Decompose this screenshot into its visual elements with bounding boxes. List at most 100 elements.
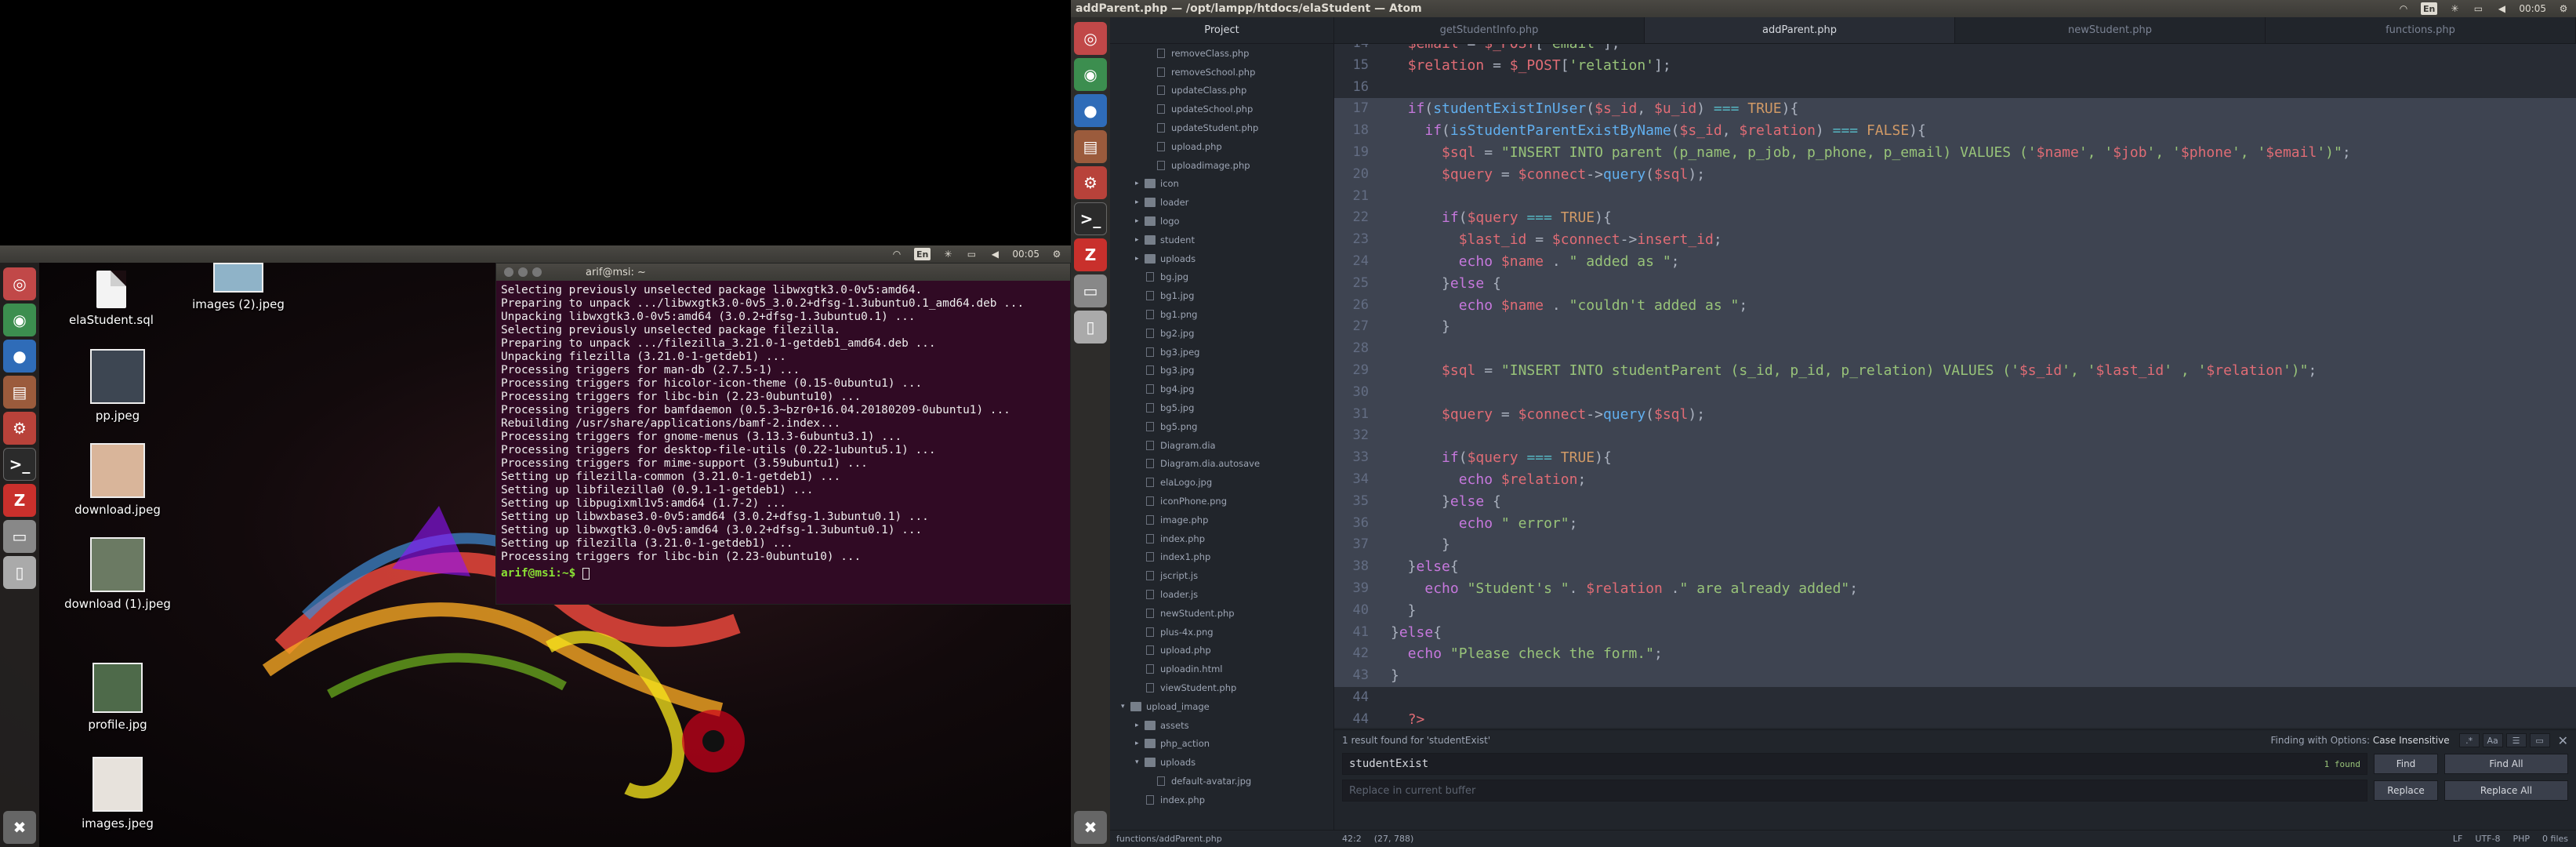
wifi-icon[interactable]: ◠ bbox=[2397, 2, 2410, 15]
tree-file[interactable]: plus-4x.png bbox=[1110, 623, 1333, 642]
tree-file[interactable]: updateClass.php bbox=[1110, 82, 1333, 100]
code-line[interactable]: 34 echo $relation; bbox=[1334, 468, 2576, 491]
trash-icon[interactable]: ✖ bbox=[1074, 811, 1107, 844]
tree-file[interactable]: upload.php bbox=[1110, 137, 1333, 156]
code-line[interactable]: 18 if(isStudentParentExistByName($s_id, … bbox=[1334, 120, 2576, 142]
tree-file[interactable]: index.php bbox=[1110, 791, 1333, 809]
tree-file[interactable]: jscript.js bbox=[1110, 566, 1333, 585]
case-toggle[interactable]: Aa bbox=[2482, 733, 2503, 747]
tree-file[interactable]: bg1.png bbox=[1110, 305, 1333, 324]
tree-file[interactable]: updateSchool.php bbox=[1110, 100, 1333, 118]
tree-folder[interactable]: ▸ logo bbox=[1110, 212, 1333, 231]
trash-icon[interactable]: ✖ bbox=[3, 811, 36, 844]
tree-file[interactable]: removeClass.php bbox=[1110, 44, 1333, 63]
tree-file[interactable]: iconPhone.png bbox=[1110, 492, 1333, 511]
terminal-titlebar[interactable]: arif@msi: ~ bbox=[496, 264, 1070, 281]
files-icon[interactable]: ▤ bbox=[1074, 130, 1107, 163]
code-line[interactable]: 24 echo $name . " added as "; bbox=[1334, 250, 2576, 273]
project-tree[interactable]: Project removeClass.php removeSchool.php u… bbox=[1110, 17, 1334, 830]
tree-file[interactable]: newStudent.php bbox=[1110, 604, 1333, 623]
cursor-position[interactable]: 42:2 bbox=[1342, 834, 1362, 844]
tree-file[interactable]: loader.js bbox=[1110, 585, 1333, 604]
desktop-file-profile[interactable]: profile.jpg bbox=[55, 663, 180, 732]
code-editor[interactable]: 14 $email = $_POST['email']; 15 $relatio… bbox=[1334, 44, 2576, 728]
drive-icon[interactable]: ▭ bbox=[3, 520, 36, 553]
clock[interactable]: 00:05 bbox=[1012, 248, 1039, 260]
tree-file[interactable]: uploadin.html bbox=[1110, 660, 1333, 678]
whole-word-toggle[interactable]: ▭ bbox=[2529, 733, 2550, 747]
git-files[interactable]: 0 files bbox=[2542, 834, 2568, 844]
tree-file[interactable]: removeSchool.php bbox=[1110, 63, 1333, 82]
tree-folder[interactable]: ▸ php_action bbox=[1110, 734, 1333, 753]
code-line[interactable]: 41}else{ bbox=[1334, 621, 2576, 644]
tree-file[interactable]: default-avatar.jpg bbox=[1110, 772, 1333, 791]
tree-file[interactable]: upload.php bbox=[1110, 642, 1333, 660]
code-line[interactable]: 23 $last_id = $connect->insert_id; bbox=[1334, 229, 2576, 251]
battery-icon[interactable]: ▭ bbox=[965, 248, 978, 260]
tab-functions[interactable]: functions.php bbox=[2266, 17, 2576, 43]
settings-icon[interactable]: ⚙ bbox=[1074, 166, 1107, 199]
code-line[interactable]: 37 } bbox=[1334, 534, 2576, 557]
code-line[interactable]: 16 bbox=[1334, 77, 2576, 99]
code-line[interactable]: 44 ?> bbox=[1334, 709, 2576, 728]
code-line[interactable]: 27 } bbox=[1334, 316, 2576, 339]
desktop-file-download[interactable]: download.jpeg bbox=[55, 443, 180, 517]
tree-file[interactable]: bg3.jpeg bbox=[1110, 343, 1333, 362]
tree-folder[interactable]: ▸ student bbox=[1110, 231, 1333, 249]
files-icon[interactable]: ▤ bbox=[3, 376, 36, 409]
usb-icon[interactable]: ▯ bbox=[3, 556, 36, 589]
desktop-file-pp[interactable]: pp.jpeg bbox=[55, 349, 180, 423]
status-path[interactable]: functions/addParent.php bbox=[1110, 830, 1334, 847]
tree-file[interactable]: index1.php bbox=[1110, 548, 1333, 567]
code-line[interactable]: 43} bbox=[1334, 665, 2576, 687]
keyboard-indicator[interactable]: En bbox=[2421, 2, 2438, 15]
code-line[interactable]: 25 }else { bbox=[1334, 272, 2576, 295]
tree-file[interactable]: index.php bbox=[1110, 529, 1333, 548]
close-icon[interactable]: ✕ bbox=[2558, 733, 2568, 748]
code-line[interactable]: 17 if(studentExistInUser($s_id, $u_id) =… bbox=[1334, 98, 2576, 121]
terminal-icon[interactable]: >_ bbox=[1074, 202, 1107, 235]
tree-header[interactable]: Project bbox=[1110, 17, 1333, 44]
battery-icon[interactable]: ▭ bbox=[2472, 2, 2484, 15]
code-line[interactable]: 31 $query = $connect->query($sql); bbox=[1334, 403, 2576, 426]
tab-addparent[interactable]: addParent.php bbox=[1645, 17, 1955, 43]
gear-icon[interactable]: ⚙ bbox=[2557, 2, 2570, 15]
code-line[interactable]: 22 if($query === TRUE){ bbox=[1334, 207, 2576, 230]
tree-file[interactable]: uploadimage.php bbox=[1110, 156, 1333, 175]
filezilla-icon[interactable]: Z bbox=[1074, 238, 1107, 271]
filezilla-icon[interactable]: Z bbox=[3, 484, 36, 517]
terminal-icon[interactable]: >_ bbox=[3, 448, 36, 481]
tree-folder[interactable]: ▸ uploads bbox=[1110, 249, 1333, 268]
tree-file[interactable]: bg5.jpg bbox=[1110, 398, 1333, 417]
chrome-icon[interactable]: ◉ bbox=[3, 304, 36, 336]
code-line[interactable]: 39 echo "Student's ". $relation ." are a… bbox=[1334, 577, 2576, 600]
find-all-button[interactable]: Find All bbox=[2444, 754, 2568, 774]
desktop-file-images2[interactable]: images (2).jpeg bbox=[176, 263, 301, 311]
desktop-file-images[interactable]: images.jpeg bbox=[55, 757, 180, 831]
regex-toggle[interactable]: .* bbox=[2458, 733, 2480, 747]
keyboard-indicator[interactable]: En bbox=[914, 248, 931, 260]
tree-folder[interactable]: ▾ upload_image bbox=[1110, 697, 1333, 716]
tree-file[interactable]: elaLogo.jpg bbox=[1110, 473, 1333, 492]
code-line[interactable]: 42 echo "Please check the form."; bbox=[1334, 643, 2576, 666]
tab-newstudent[interactable]: newStudent.php bbox=[1955, 17, 2266, 43]
code-line[interactable]: 40 } bbox=[1334, 599, 2576, 622]
tree-file[interactable]: Diagram.dia bbox=[1110, 436, 1333, 455]
tab-getstudentinfo[interactable]: getStudentInfo.php bbox=[1334, 17, 1645, 43]
terminal-window[interactable]: arif@msi: ~ Selecting previously unselec… bbox=[495, 263, 1071, 605]
code-line[interactable]: 33 if($query === TRUE){ bbox=[1334, 447, 2576, 469]
dash-icon[interactable]: ◎ bbox=[3, 267, 36, 300]
replace-all-button[interactable]: Replace All bbox=[2444, 780, 2568, 801]
code-line[interactable]: 38 }else{ bbox=[1334, 556, 2576, 578]
code-line[interactable]: 14 $email = $_POST['email']; bbox=[1334, 44, 2576, 55]
tree-file[interactable]: viewStudent.php bbox=[1110, 678, 1333, 697]
minimize-icon[interactable] bbox=[518, 267, 528, 277]
terminal-prompt-line[interactable]: arif@msi:~$ bbox=[496, 567, 1070, 580]
code-line[interactable]: 30 bbox=[1334, 381, 2576, 404]
tree-file[interactable]: bg1.jpg bbox=[1110, 286, 1333, 305]
tree-file[interactable]: bg5.png bbox=[1110, 417, 1333, 436]
settings-icon[interactable]: ⚙ bbox=[3, 412, 36, 445]
code-line[interactable]: 19 $sql = "INSERT INTO parent (p_name, p… bbox=[1334, 141, 2576, 164]
chrome-icon[interactable]: ◉ bbox=[1074, 58, 1107, 91]
volume-icon[interactable]: ◀ bbox=[989, 248, 1001, 260]
